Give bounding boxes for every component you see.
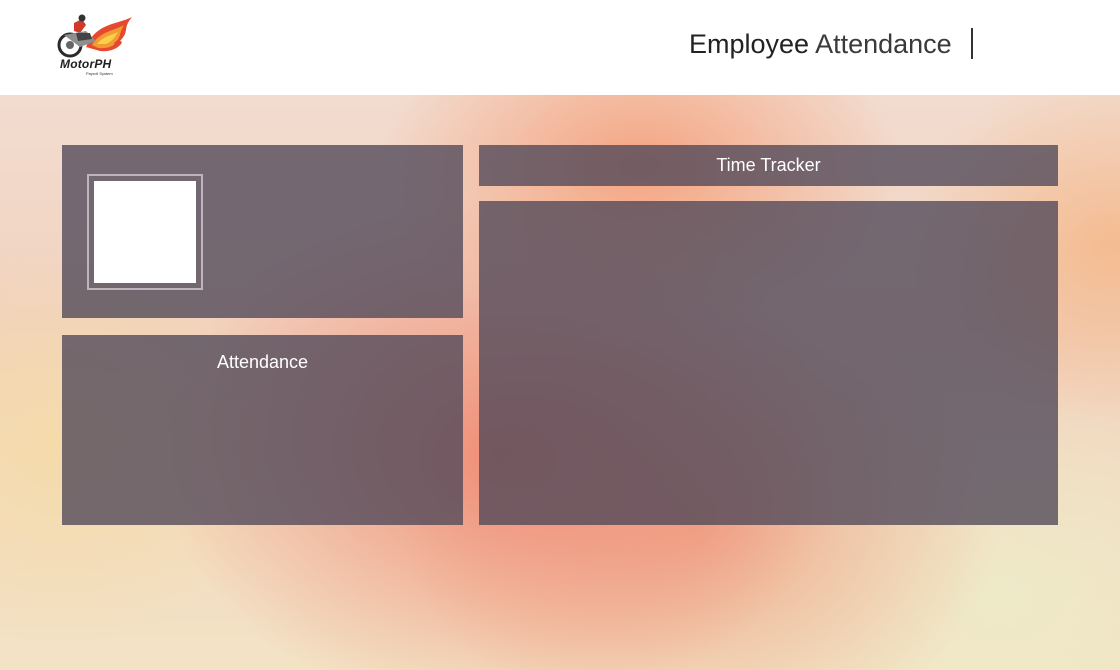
motorph-logo[interactable]: MotorPH Payroll System (56, 13, 136, 79)
page-title-primary: Employee (689, 29, 810, 59)
employee-photo (94, 181, 196, 283)
employee-photo-frame[interactable] (87, 174, 203, 290)
attendance-title: Attendance (216, 352, 309, 372)
attendance-panel: Attendance (62, 335, 463, 525)
motorcycle-flame-icon (57, 14, 132, 58)
logo-tagline: Payroll System (86, 71, 113, 76)
time-tracker-header: Time Tracker (479, 145, 1058, 186)
time-tracker-panel (479, 201, 1058, 525)
profile-panel (62, 145, 463, 318)
time-tracker-title: Time Tracker (716, 155, 821, 175)
page-title: Employee Attendance (689, 26, 952, 62)
app-header: MotorPH Payroll System Employee Attendan… (0, 0, 1120, 95)
logo-brand-text: MotorPH (60, 57, 112, 71)
title-divider (971, 28, 973, 59)
page-title-secondary: Attendance (815, 29, 952, 59)
